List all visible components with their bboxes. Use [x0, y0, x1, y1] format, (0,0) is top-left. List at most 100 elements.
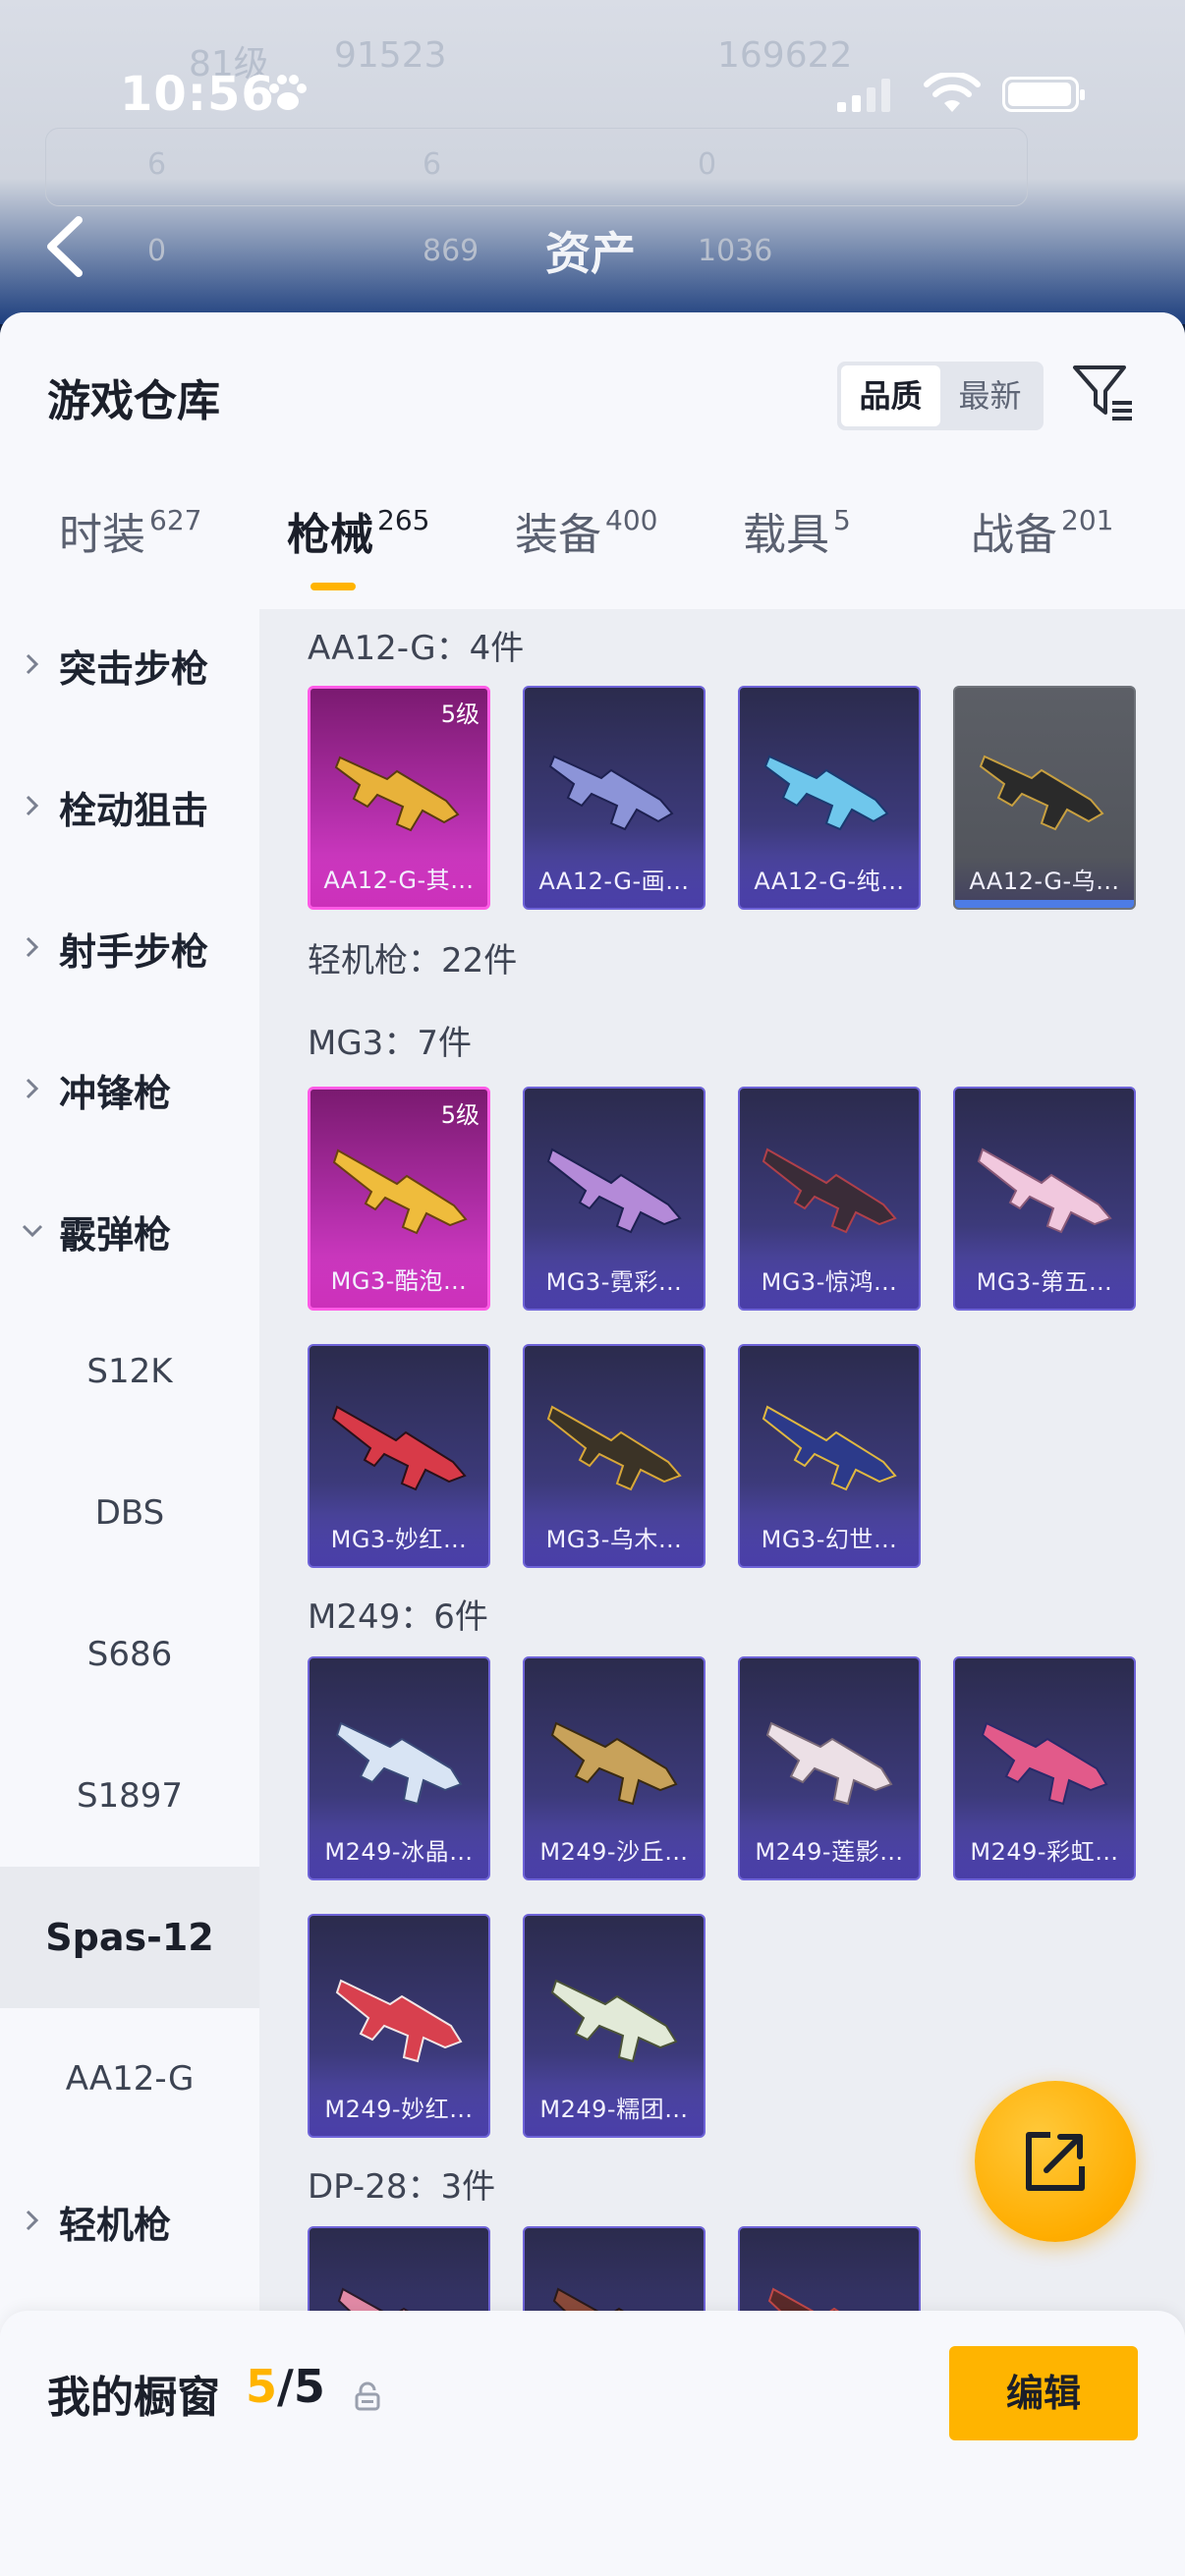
category-label: 冲锋枪 — [59, 1072, 172, 1115]
edit-button[interactable]: 编辑 — [949, 2346, 1138, 2440]
item-card[interactable]: AA12-G-画… — [523, 686, 705, 910]
tab-count: 201 — [1061, 504, 1114, 536]
item-card[interactable]: AA12-G-乌… — [953, 686, 1136, 910]
category-smg[interactable]: 冲锋枪 — [0, 1018, 259, 1159]
category-label: 栓动狙击 — [59, 789, 209, 832]
tab-count: 400 — [605, 504, 658, 536]
level-badge: 5级 — [440, 1101, 480, 1129]
share-button[interactable] — [975, 2081, 1136, 2242]
group-header-m249: M249：6件 — [308, 1597, 488, 1637]
item-name: AA12-G-乌… — [955, 857, 1134, 908]
item-card[interactable]: MG3-乌木… — [523, 1344, 705, 1568]
tab-vehicles[interactable]: 载具 5 — [743, 499, 851, 609]
item-name: AA12-G-纯… — [740, 857, 919, 908]
machine-gun-image — [550, 1979, 678, 2063]
share-icon — [1026, 2132, 1085, 2191]
shotgun-image — [979, 755, 1104, 831]
tab-guns[interactable]: 枪械 265 — [287, 499, 429, 609]
item-card[interactable]: M249-妙红… — [308, 1914, 490, 2138]
item-name: M249-彩虹… — [955, 1827, 1134, 1878]
shotgun-image — [763, 755, 889, 831]
shotgun-image — [548, 755, 674, 831]
item-card[interactable]: MG3-惊鸿… — [738, 1087, 921, 1311]
item-name: MG3-乌木… — [525, 1515, 704, 1566]
category-label: 突击步枪 — [59, 647, 209, 691]
sheet-header: 游戏仓库 品质 最新 时装 627 枪械 265 装备 400 载具 5 战备 … — [0, 312, 1185, 609]
group-header-dp28: DP-28：3件 — [308, 2167, 496, 2207]
subcategory-s12k[interactable]: S12K — [0, 1301, 259, 1442]
tab-label: 战备 — [971, 510, 1057, 560]
tab-count: 627 — [149, 504, 202, 536]
item-name: MG3-霓彩… — [525, 1258, 704, 1309]
chevron-right-icon — [26, 2210, 39, 2231]
tab-count: 265 — [377, 504, 430, 536]
item-name: M249-沙丘… — [525, 1827, 704, 1878]
item-card[interactable]: MG3-霓彩… — [523, 1087, 705, 1311]
item-card[interactable]: MG3-幻世… — [738, 1344, 921, 1568]
signal-icon — [837, 79, 890, 112]
warehouse-sheet: 游戏仓库 品质 最新 时装 627 枪械 265 装备 400 载具 5 战备 … — [0, 312, 1185, 2576]
machine-gun-image — [331, 1405, 467, 1491]
category-marksman-rifle[interactable]: 射手步枪 — [0, 876, 259, 1018]
subcategory-spas12[interactable]: Spas-12 — [0, 1867, 259, 2008]
background-stat: 1036 — [698, 234, 773, 268]
item-card[interactable]: 5级 MG3-酷泡… — [308, 1087, 490, 1311]
item-name: M249-糯团… — [525, 2085, 704, 2136]
tab-label: 装备 — [515, 510, 601, 560]
background-stat: 869 — [423, 234, 480, 268]
category-bolt-sniper[interactable]: 栓动狙击 — [0, 735, 259, 876]
subcategory-s686[interactable]: S686 — [0, 1584, 259, 1725]
item-card[interactable]: MG3-妙红… — [308, 1344, 490, 1568]
category-label: 射手步枪 — [59, 930, 209, 974]
category-shotgun[interactable]: 霰弹枪 — [0, 1159, 259, 1301]
item-card[interactable]: M249-沙丘… — [523, 1656, 705, 1880]
item-card[interactable]: 5级 AA12-G-其… — [308, 686, 490, 910]
item-name: MG3-惊鸿… — [740, 1258, 919, 1309]
machine-gun-image — [981, 1721, 1108, 1806]
tab-label: 枪械 — [287, 510, 373, 560]
item-card[interactable]: M249-莲影… — [738, 1656, 921, 1880]
group-header-mg3: MG3：7件 — [308, 1024, 472, 1063]
item-card[interactable]: M249-冰晶… — [308, 1656, 490, 1880]
background-score: 91523 — [334, 35, 447, 76]
background-stat: 0 — [147, 234, 167, 268]
sort-quality-button[interactable]: 品质 — [841, 365, 940, 426]
machine-gun-image — [762, 1405, 897, 1491]
item-card[interactable]: M249-彩虹… — [953, 1656, 1136, 1880]
item-card[interactable]: AA12-G-纯… — [738, 686, 921, 910]
subcategory-s1897[interactable]: S1897 — [0, 1725, 259, 1867]
filter-icon[interactable] — [1069, 358, 1136, 424]
active-tab-indicator — [310, 583, 356, 590]
machine-gun-image — [335, 1979, 463, 2063]
subcategory-aa12g[interactable]: AA12-G — [0, 2008, 259, 2150]
tab-count: 5 — [833, 504, 851, 536]
showcase-count: 5/5 — [246, 2360, 325, 2413]
tab-supplies[interactable]: 战备 201 — [971, 499, 1113, 609]
item-name: M249-妙红… — [310, 2085, 488, 2136]
machine-gun-image — [550, 1721, 678, 1806]
category-lmg[interactable]: 轻机枪 — [0, 2150, 259, 2291]
category-assault-rifle[interactable]: 突击步枪 — [0, 593, 259, 735]
paw-icon — [269, 75, 307, 110]
shotgun-image — [334, 756, 460, 832]
item-name: AA12-G-其… — [310, 856, 487, 907]
item-name: MG3-妙红… — [310, 1515, 488, 1566]
item-grid: AA12-G：4件 5级 AA12-G-其… AA12-G-画… AA12-G-… — [259, 609, 1185, 2576]
machine-gun-image — [762, 1148, 897, 1234]
item-name: M249-莲影… — [740, 1827, 919, 1878]
category-sidebar: 突击步枪 栓动狙击 射手步枪 冲锋枪 霰弹枪 S12K DBS S686 S18… — [0, 609, 259, 2576]
item-name: AA12-G-画… — [525, 857, 704, 908]
battery-icon — [1002, 77, 1085, 112]
item-card[interactable]: M249-糯团… — [523, 1914, 705, 2138]
showcase-bar: 我的橱窗 5/5 编辑 — [0, 2311, 1185, 2576]
item-name: M249-冰晶… — [310, 1827, 488, 1878]
sort-newest-button[interactable]: 最新 — [940, 365, 1040, 426]
background-stat: 6 — [147, 147, 167, 182]
chevron-down-icon — [22, 1224, 43, 1238]
item-card[interactable]: MG3-第五… — [953, 1087, 1136, 1311]
back-arrow-icon[interactable] — [43, 214, 86, 279]
tab-equipment[interactable]: 装备 400 — [515, 499, 657, 609]
item-name: MG3-酷泡… — [310, 1257, 487, 1308]
tab-label: 时装 — [59, 510, 145, 560]
subcategory-dbs[interactable]: DBS — [0, 1442, 259, 1584]
